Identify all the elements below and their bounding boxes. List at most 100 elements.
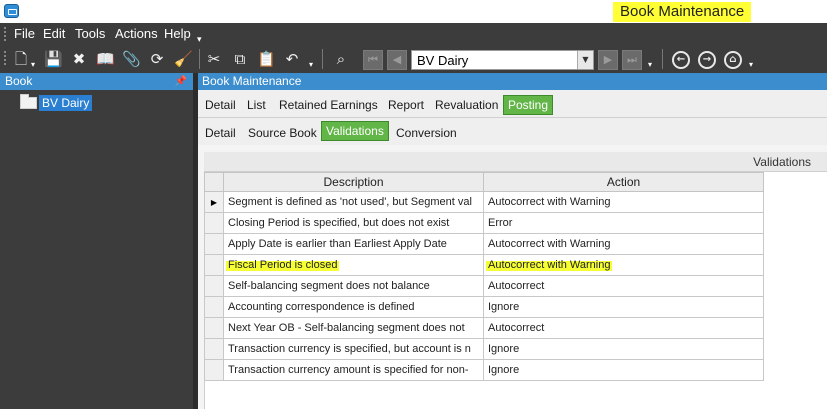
cell-action[interactable]: Autocorrect with Warning [483,254,764,276]
table-row[interactable]: Accounting correspondence is defined Ign… [204,296,764,318]
book-selector[interactable]: BV Dairy ▼ [411,50,594,70]
tab-report[interactable]: Report [388,95,424,115]
cell-description[interactable]: Segment is defined as 'not used', but Se… [223,191,484,213]
row-indicator [204,275,224,297]
menu-tools[interactable]: Tools [75,26,105,42]
tab-posting[interactable]: Posting [503,95,554,115]
row-indicator [204,338,224,360]
cell-description[interactable]: Accounting correspondence is defined [223,296,484,318]
delete-icon[interactable]: ✖ [70,50,88,68]
cell-action[interactable]: Error [483,212,764,234]
search-binoculars-icon[interactable]: ⌕ [332,50,350,68]
chevron-down-icon[interactable]: ▼ [577,51,593,69]
undo-dropdown-chevron-icon[interactable]: ▾ [309,60,313,69]
table-row[interactable]: Apply Date is earlier than Earliest Appl… [204,233,764,255]
toolbar-separator [322,49,323,69]
row-indicator [204,212,224,234]
row-indicator [204,233,224,255]
table-row[interactable]: Transaction currency amount is specified… [204,359,764,381]
subtab-validations[interactable]: Validations [321,121,389,141]
copy-icon[interactable]: ⧉ [231,50,249,68]
window-title: Book Maintenance [613,2,752,22]
tab-retained-earnings[interactable]: Retained Earnings [279,95,378,115]
menu-edit[interactable]: Edit [43,26,65,42]
right-panel-header: Book Maintenance [198,73,827,90]
toolbar-separator [199,49,200,69]
table-row[interactable]: Self-balancing segment does not balance … [204,275,764,297]
row-indicator [204,296,224,318]
new-dropdown-chevron-icon[interactable]: ▾ [31,60,35,69]
undo-icon[interactable]: ↶ [283,50,301,68]
refresh-icon[interactable]: ⟳ [148,50,166,68]
tab-list[interactable]: List [247,95,266,115]
current-row-indicator-icon: ▶ [204,191,224,213]
next-record-button[interactable]: ▶ [598,50,618,70]
prev-icon: ◀ [392,53,402,66]
attach-icon[interactable]: 📎 [122,50,141,68]
cell-description[interactable]: Next Year OB - Self-balancing segment do… [223,317,484,339]
prev-record-button[interactable]: ◀ [387,50,407,70]
table-row[interactable]: Next Year OB - Self-balancing segment do… [204,317,764,339]
row-indicator [204,317,224,339]
pin-icon[interactable]: 📌 [175,73,187,90]
clear-icon[interactable]: 🧹 [174,50,193,68]
table-row[interactable]: Closing Period is specified, but does no… [204,212,764,234]
paste-icon[interactable]: 📋 [257,50,276,68]
menu-grip [4,27,7,41]
subtab-conversion[interactable]: Conversion [396,123,457,143]
highlighted-action: Autocorrect with Warning [486,259,613,271]
cell-action[interactable]: Autocorrect with Warning [483,191,764,213]
cell-description[interactable]: Transaction currency is specified, but a… [223,338,484,360]
cell-description[interactable]: Transaction currency amount is specified… [223,359,484,381]
first-record-button[interactable]: ⏮ [363,50,383,70]
folder-icon [20,94,37,109]
new-icon[interactable]: 🗋 [12,50,30,68]
back-icon[interactable]: ← [672,51,690,69]
row-indicator-header [204,172,224,192]
column-header-action[interactable]: Action [483,172,764,192]
table-row[interactable]: Transaction currency is specified, but a… [204,338,764,360]
menu-overflow-chevron-icon[interactable]: ▾ [197,34,202,45]
cell-action[interactable]: Autocorrect [483,275,764,297]
toolbar-separator [662,49,663,69]
tab-revaluation[interactable]: Revaluation [435,95,498,115]
cell-action[interactable]: Autocorrect [483,317,764,339]
validations-grid: Description Action ▶ Segment is defined … [204,172,764,381]
column-header-description[interactable]: Description [223,172,484,192]
home-icon[interactable]: ⌂ [724,51,742,69]
cell-action[interactable]: Autocorrect with Warning [483,233,764,255]
left-panel-header: Book 📌 [0,73,193,90]
app-icon[interactable] [4,4,19,18]
cell-action[interactable]: Ignore [483,296,764,318]
menu-bar: File Edit Tools Actions Help ▾ [0,23,827,45]
left-panel-title: Book [5,74,33,88]
title-bar: Book Maintenance [0,0,827,23]
cell-action[interactable]: Ignore [483,338,764,360]
row-indicator [204,254,224,276]
cell-description[interactable]: Apply Date is earlier than Earliest Appl… [223,233,484,255]
secondary-tab-bar: Detail Source Book Validations Conversio… [198,118,827,145]
save-icon[interactable]: 💾 [44,50,63,68]
cell-description[interactable]: Closing Period is specified, but does no… [223,212,484,234]
cell-action[interactable]: Ignore [483,359,764,381]
cut-icon[interactable]: ✂ [205,50,223,68]
tab-detail[interactable]: Detail [205,95,236,115]
table-row[interactable]: Fiscal Period is closed Autocorrect with… [204,254,764,276]
history-dropdown-chevron-icon[interactable]: ▾ [749,60,753,69]
book-icon[interactable]: 📖 [96,50,115,68]
cell-description[interactable]: Self-balancing segment does not balance [223,275,484,297]
nav-dropdown-chevron-icon[interactable]: ▾ [648,60,652,69]
grid-caption: Validations [204,152,827,172]
grid-header-row: Description Action [204,172,764,192]
menu-actions[interactable]: Actions [115,26,158,42]
menu-file[interactable]: File [14,26,35,42]
table-row[interactable]: ▶ Segment is defined as 'not used', but … [204,191,764,213]
subtab-detail[interactable]: Detail [205,123,236,143]
forward-icon[interactable]: → [698,51,716,69]
menu-help[interactable]: Help [164,26,191,42]
cell-description[interactable]: Fiscal Period is closed [223,254,484,276]
highlighted-description: Fiscal Period is closed [226,259,340,271]
subtab-source-book[interactable]: Source Book [248,123,317,143]
toolbar-grip [4,51,7,65]
last-record-button[interactable]: ⏭ [622,50,642,70]
